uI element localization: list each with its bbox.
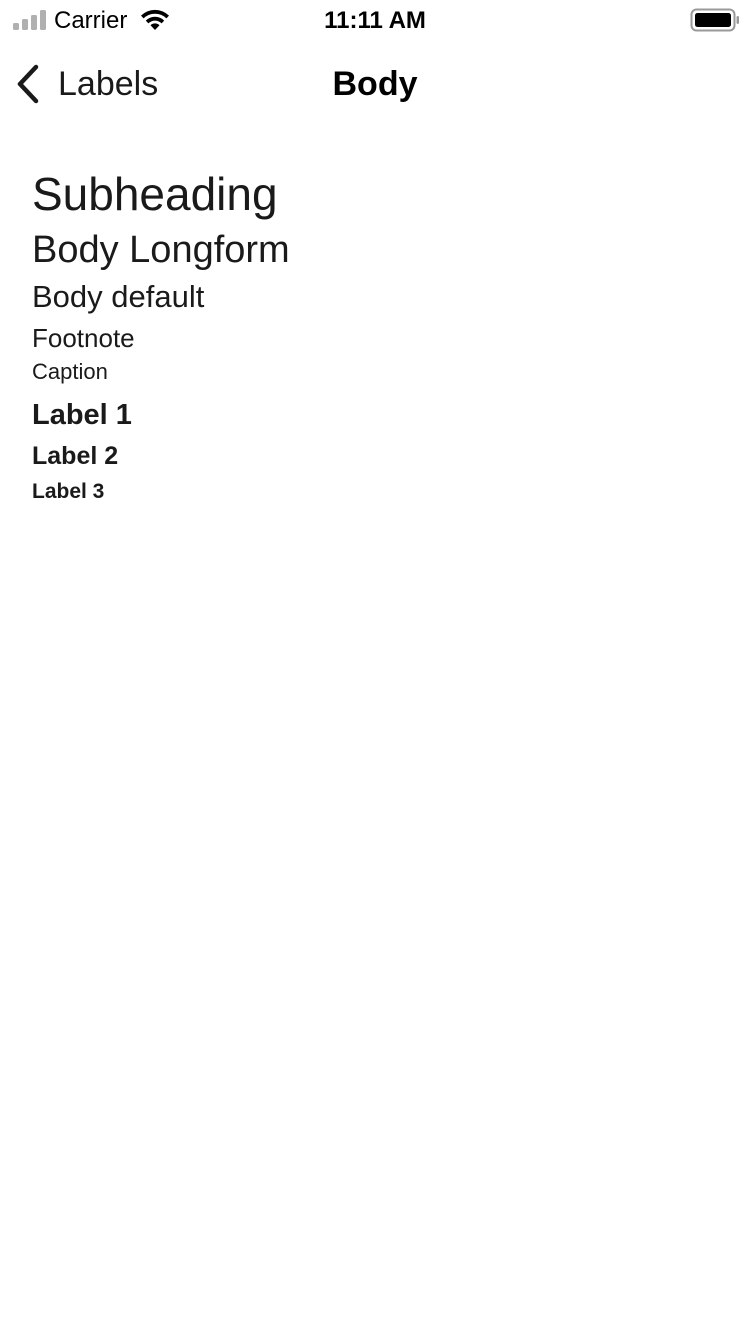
footnote-sample: Footnote bbox=[32, 323, 135, 353]
label-2-sample: Label 2 bbox=[32, 442, 119, 470]
status-bar: Carrier 11:11 AM bbox=[0, 0, 750, 40]
body-longform-sample: Body Longform bbox=[32, 229, 290, 271]
body-default-sample: Body default bbox=[32, 279, 205, 314]
typography-samples: Subheading Body Longform Body default Fo… bbox=[32, 164, 290, 508]
subheading-sample: Subheading bbox=[32, 168, 278, 220]
navigation-bar: Labels Body bbox=[0, 44, 750, 124]
status-time: 11:11 AM bbox=[324, 7, 426, 34]
page-title: Body bbox=[332, 65, 418, 103]
caption-sample: Caption bbox=[32, 359, 108, 384]
battery-icon bbox=[690, 8, 739, 32]
screen: Carrier 11:11 AM Labels Body Subheading … bbox=[0, 0, 750, 1334]
label-1-sample: Label 1 bbox=[32, 399, 132, 431]
label-3-sample: Label 3 bbox=[32, 480, 105, 503]
